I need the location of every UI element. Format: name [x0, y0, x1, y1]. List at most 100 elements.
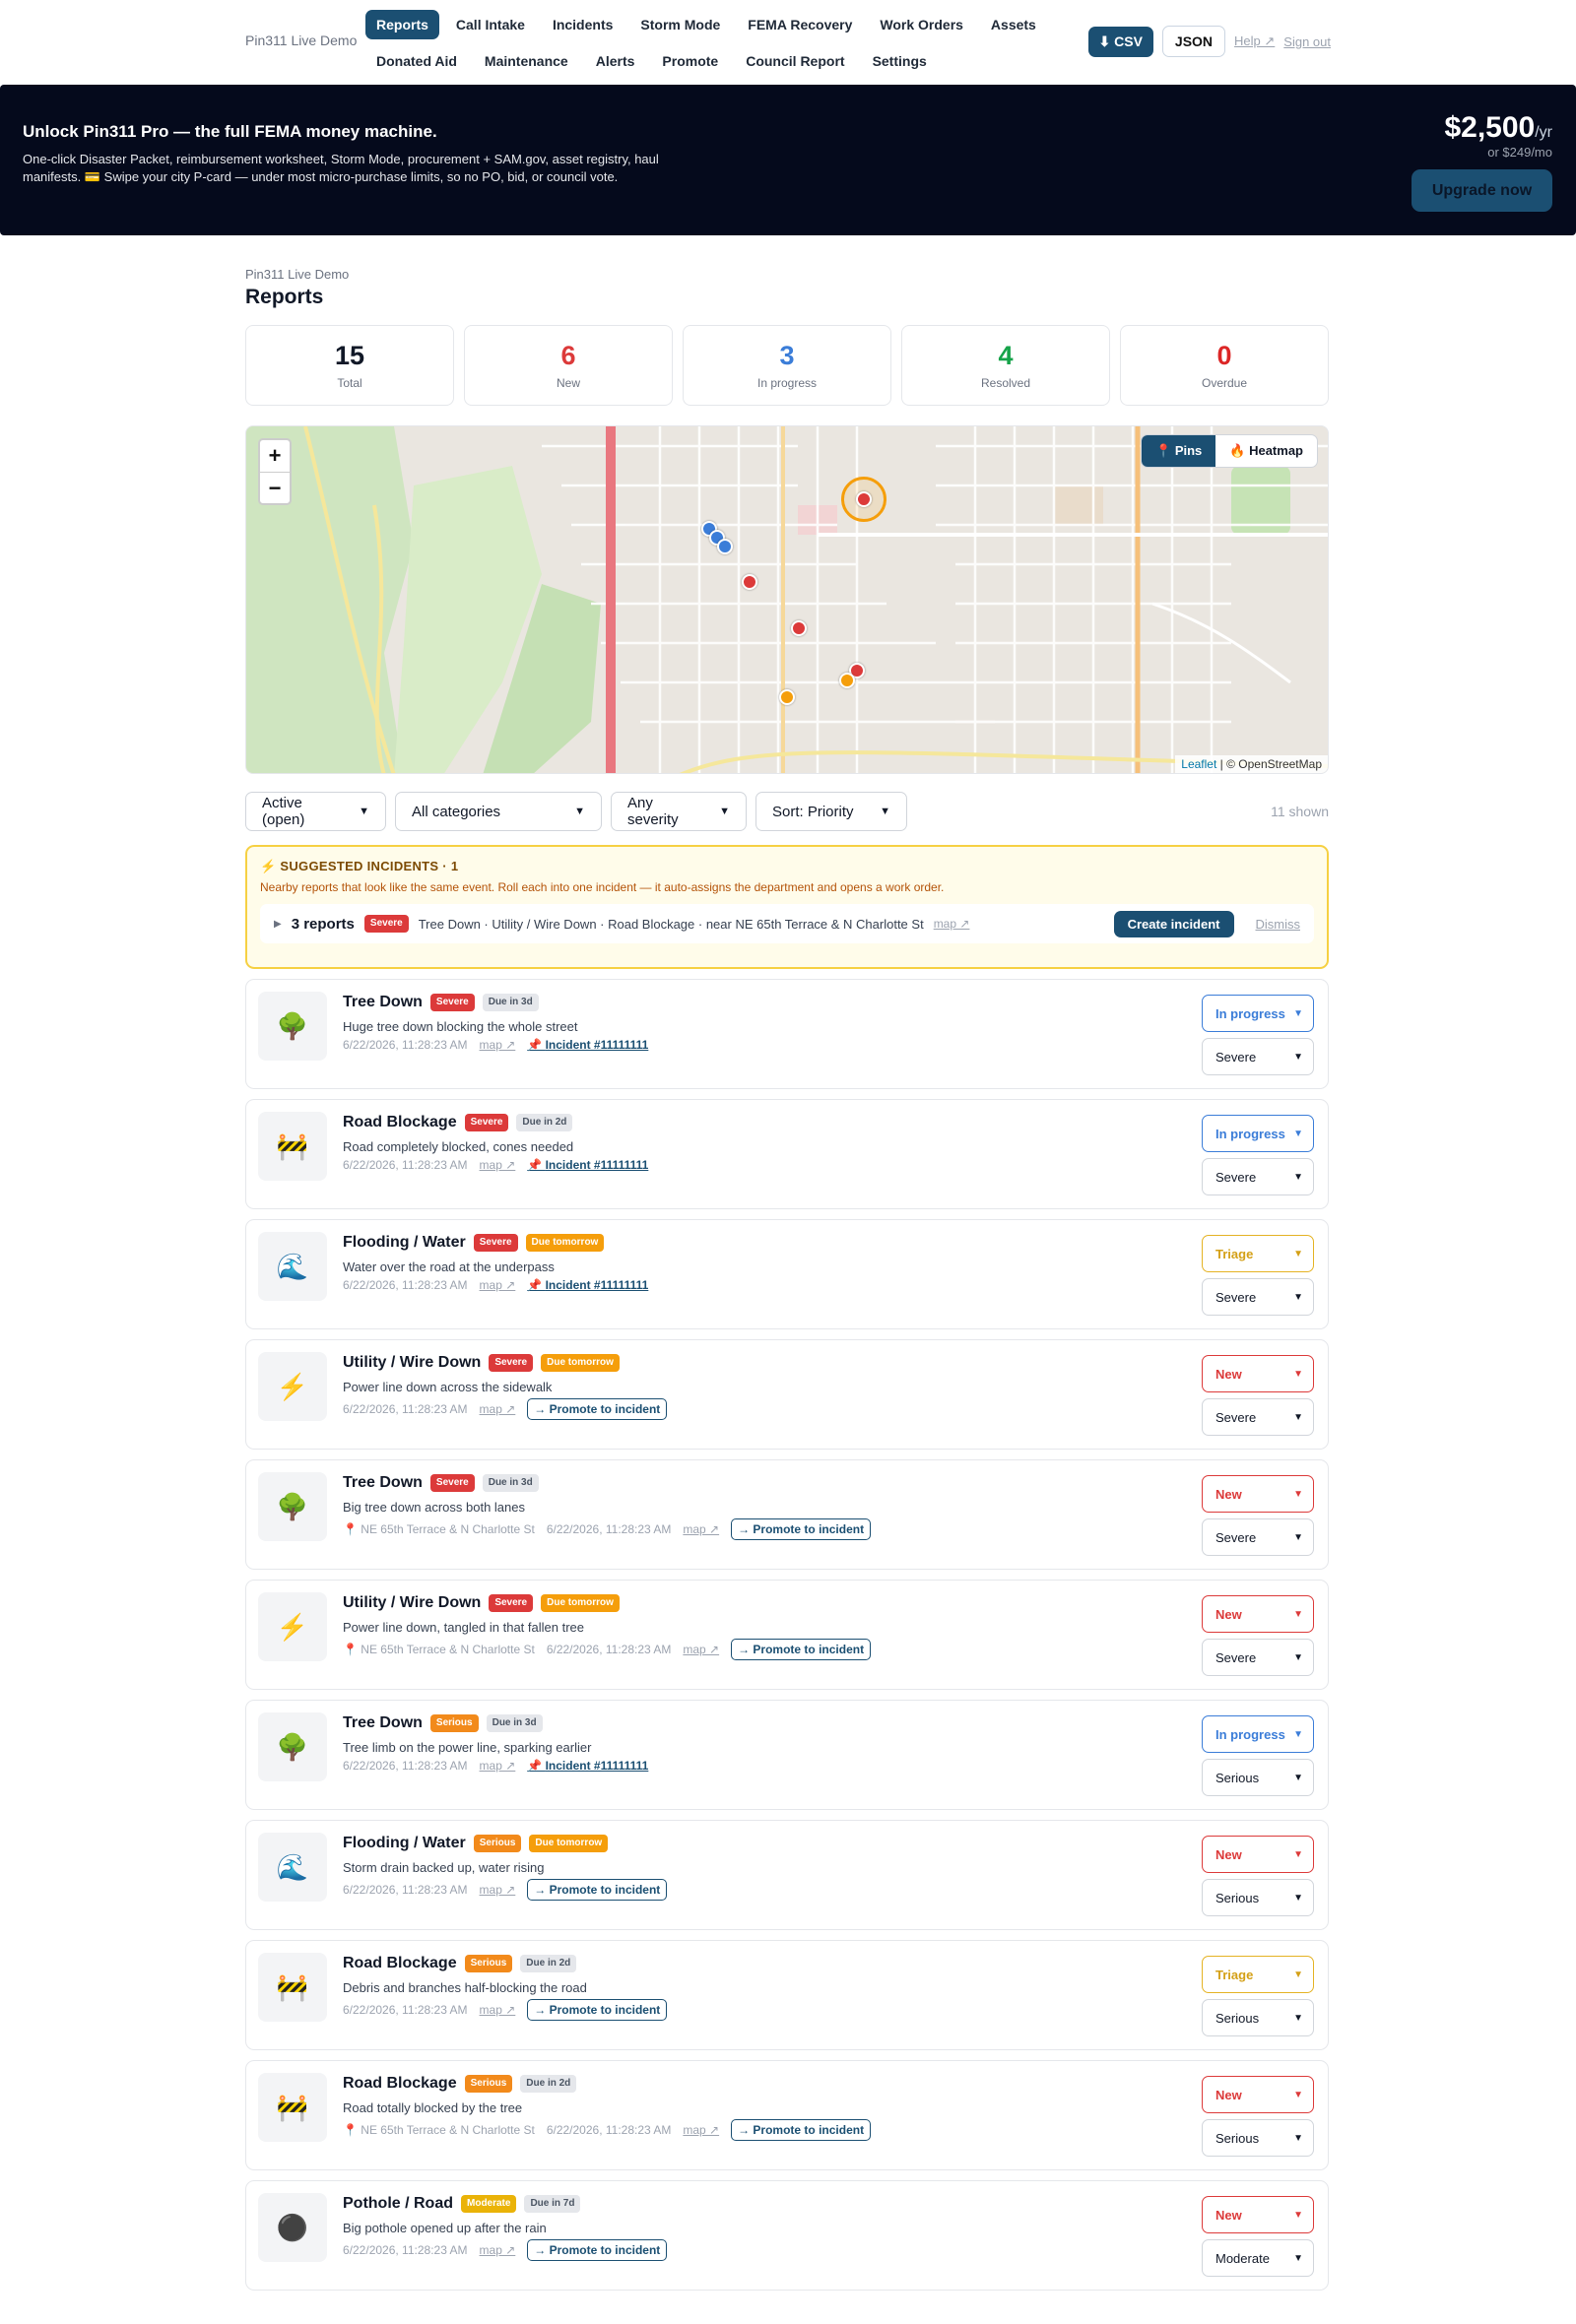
severity-filter-select[interactable]: Any severity ▼: [611, 792, 747, 831]
report-title[interactable]: Tree Down: [343, 1474, 423, 1492]
map-pin[interactable]: [791, 620, 807, 636]
report-title[interactable]: Road Blockage: [343, 1114, 457, 1131]
report-title[interactable]: Road Blockage: [343, 1955, 457, 1972]
map-link[interactable]: map ↗: [480, 1278, 516, 1292]
status-select[interactable]: Triage ▼: [1202, 1235, 1314, 1272]
severity-select[interactable]: Severe ▼: [1202, 1038, 1314, 1075]
status-select[interactable]: In progress ▼: [1202, 1115, 1314, 1152]
promote-to-incident-button[interactable]: → Promote to incident: [731, 2119, 872, 2141]
nav-item-settings[interactable]: Settings: [862, 46, 938, 76]
map-link[interactable]: map ↗: [480, 2003, 516, 2017]
nav-item-council-report[interactable]: Council Report: [735, 46, 855, 76]
heatmap-mode-button[interactable]: 🔥 Heatmap: [1215, 435, 1317, 467]
status-filter-select[interactable]: Active (open) ▼: [245, 792, 386, 831]
report-card[interactable]: 🌳 Tree Down Severe Due in 3d Big tree down a…: [245, 1459, 1329, 1570]
map-pin[interactable]: [839, 673, 855, 688]
promote-to-incident-button[interactable]: → Promote to incident: [731, 1639, 872, 1660]
nav-item-maintenance[interactable]: Maintenance: [474, 46, 579, 76]
zoom-in-button[interactable]: +: [260, 440, 290, 472]
reports-map[interactable]: + − 📍 Pins 🔥 Heatmap Leaflet | © OpenStr…: [245, 425, 1329, 774]
nav-item-alerts[interactable]: Alerts: [585, 46, 646, 76]
report-card[interactable]: ⚫ Pothole / Road Moderate Due in 7d Big poth…: [245, 2180, 1329, 2291]
incident-link[interactable]: 📌 Incident #11111111: [527, 1759, 648, 1773]
report-card[interactable]: 🌊 Flooding / Water Serious Due tomorrow Stor…: [245, 1820, 1329, 1930]
nav-item-storm-mode[interactable]: Storm Mode: [629, 10, 731, 39]
category-filter-select[interactable]: All categories ▼: [395, 792, 602, 831]
pins-mode-button[interactable]: 📍 Pins: [1142, 435, 1216, 467]
map-link[interactable]: map ↗: [683, 1522, 719, 1536]
nav-item-fema-recovery[interactable]: FEMA Recovery: [737, 10, 863, 39]
severity-select[interactable]: Severe ▼: [1202, 1639, 1314, 1676]
suggested-incident-row[interactable]: ▶ 3 reports Severe Tree Down · Utility /…: [260, 904, 1314, 943]
nav-item-work-orders[interactable]: Work Orders: [869, 10, 974, 39]
severity-select[interactable]: Serious ▼: [1202, 1879, 1314, 1916]
promote-to-incident-button[interactable]: → Promote to incident: [731, 1518, 872, 1540]
report-title[interactable]: Flooding / Water: [343, 1234, 466, 1252]
map-link[interactable]: map ↗: [480, 1759, 516, 1773]
status-select[interactable]: New ▼: [1202, 1475, 1314, 1513]
severity-select[interactable]: Severe ▼: [1202, 1278, 1314, 1316]
promote-to-incident-button[interactable]: → Promote to incident: [527, 1879, 668, 1901]
status-select[interactable]: In progress ▼: [1202, 1715, 1314, 1753]
status-select[interactable]: In progress ▼: [1202, 995, 1314, 1032]
status-select[interactable]: Triage ▼: [1202, 1956, 1314, 1993]
report-title[interactable]: Pothole / Road: [343, 2195, 453, 2213]
report-title[interactable]: Tree Down: [343, 994, 423, 1011]
severity-select[interactable]: Moderate ▼: [1202, 2239, 1314, 2277]
nav-item-assets[interactable]: Assets: [980, 10, 1047, 39]
severity-select[interactable]: Serious ▼: [1202, 2119, 1314, 2157]
severity-select[interactable]: Severe ▼: [1202, 1518, 1314, 1556]
nav-item-incidents[interactable]: Incidents: [542, 10, 624, 39]
report-card[interactable]: 🚧 Road Blockage Serious Due in 2d Debris and…: [245, 1940, 1329, 2050]
map-link[interactable]: map ↗: [683, 2123, 719, 2137]
signout-link[interactable]: Sign out: [1283, 34, 1331, 49]
map-link[interactable]: map ↗: [480, 1038, 516, 1052]
create-incident-button[interactable]: Create incident: [1113, 910, 1234, 937]
incident-link[interactable]: 📌 Incident #11111111: [527, 1278, 648, 1292]
incident-link[interactable]: 📌 Incident #11111111: [527, 1038, 648, 1052]
map-pin[interactable]: [779, 689, 795, 705]
report-card[interactable]: ⚡ Utility / Wire Down Severe Due tomorrow Po…: [245, 1339, 1329, 1450]
promote-to-incident-button[interactable]: → Promote to incident: [527, 1398, 668, 1420]
incident-link[interactable]: 📌 Incident #11111111: [527, 1158, 648, 1172]
nav-item-promote[interactable]: Promote: [651, 46, 729, 76]
promote-to-incident-button[interactable]: → Promote to incident: [527, 2239, 668, 2261]
report-card[interactable]: 🌳 Tree Down Severe Due in 3d Huge tree down …: [245, 979, 1329, 1089]
map-pin[interactable]: [717, 539, 733, 554]
report-title[interactable]: Road Blockage: [343, 2075, 457, 2093]
status-select[interactable]: New ▼: [1202, 1355, 1314, 1392]
report-card[interactable]: 🚧 Road Blockage Severe Due in 2d Road comple…: [245, 1099, 1329, 1209]
status-select[interactable]: New ▼: [1202, 2076, 1314, 2113]
report-card[interactable]: 🌊 Flooding / Water Severe Due tomorrow Water…: [245, 1219, 1329, 1329]
zoom-out-button[interactable]: −: [260, 472, 290, 503]
map-link[interactable]: map ↗: [683, 1643, 719, 1656]
nav-item-donated-aid[interactable]: Donated Aid: [365, 46, 468, 76]
report-title[interactable]: Utility / Wire Down: [343, 1594, 481, 1612]
upgrade-button[interactable]: Upgrade now: [1412, 169, 1552, 212]
map-link[interactable]: map ↗: [480, 2243, 516, 2257]
json-export-button[interactable]: JSON: [1161, 26, 1226, 57]
leaflet-link[interactable]: Leaflet: [1181, 757, 1216, 771]
report-title[interactable]: Utility / Wire Down: [343, 1354, 481, 1372]
csv-export-button[interactable]: ⬇ CSV: [1087, 26, 1153, 57]
severity-select[interactable]: Serious ▼: [1202, 1759, 1314, 1796]
map-pin[interactable]: [856, 491, 872, 507]
map-link[interactable]: map ↗: [934, 917, 970, 931]
severity-select[interactable]: Serious ▼: [1202, 1999, 1314, 2036]
report-card[interactable]: ⚡ Utility / Wire Down Severe Due tomorrow Po…: [245, 1580, 1329, 1690]
sort-select[interactable]: Sort: Priority ▼: [755, 792, 907, 831]
map-link[interactable]: map ↗: [480, 1402, 516, 1416]
severity-select[interactable]: Severe ▼: [1202, 1398, 1314, 1436]
status-select[interactable]: New ▼: [1202, 2196, 1314, 2233]
map-pin[interactable]: [742, 574, 757, 590]
report-card[interactable]: 🌳 Tree Down Serious Due in 3d Tree limb on t…: [245, 1700, 1329, 1810]
promote-to-incident-button[interactable]: → Promote to incident: [527, 1999, 668, 2021]
nav-item-call-intake[interactable]: Call Intake: [445, 10, 536, 39]
status-select[interactable]: New ▼: [1202, 1595, 1314, 1633]
report-title[interactable]: Tree Down: [343, 1714, 423, 1732]
severity-select[interactable]: Severe ▼: [1202, 1158, 1314, 1195]
nav-item-reports[interactable]: Reports: [365, 10, 439, 39]
status-select[interactable]: New ▼: [1202, 1836, 1314, 1873]
report-card[interactable]: 🚧 Road Blockage Serious Due in 2d Road total…: [245, 2060, 1329, 2170]
report-title[interactable]: Flooding / Water: [343, 1835, 466, 1852]
